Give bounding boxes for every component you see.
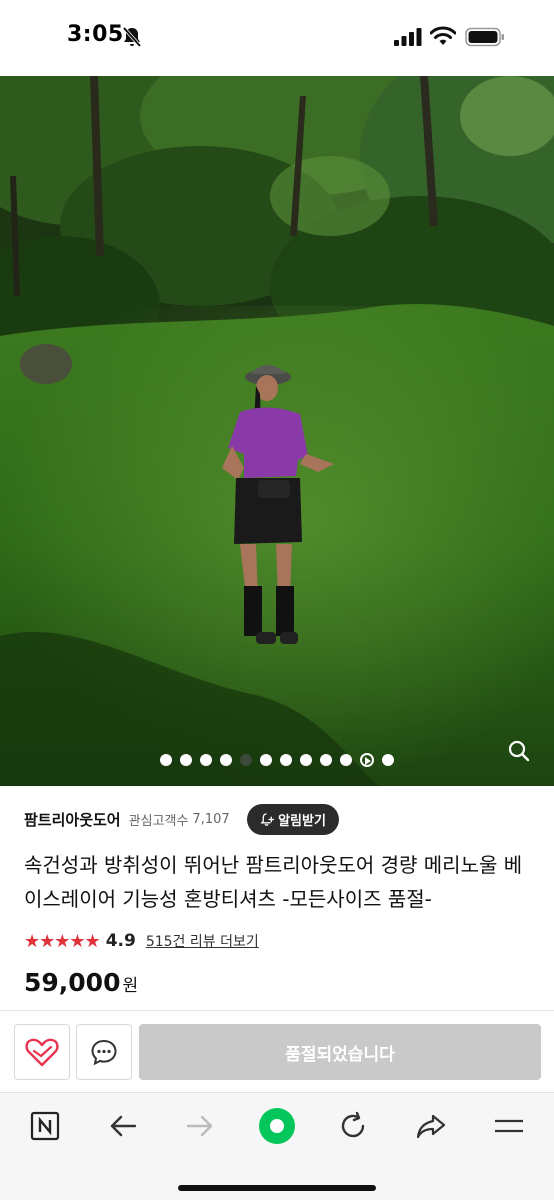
status-bar: 3:05 [0, 0, 554, 76]
store-row: 팜트리아웃도어 관심고객수 7,107 [24, 804, 230, 834]
alarm-button[interactable]: 알림받기 [247, 804, 339, 835]
gallery-dot[interactable] [320, 754, 332, 766]
like-button[interactable] [14, 1024, 70, 1080]
share-icon[interactable] [414, 1109, 448, 1143]
product-image[interactable] [0, 76, 554, 786]
star-rating-icon: ★★★★★ [24, 930, 101, 952]
fans-label: 관심고객수 [128, 813, 189, 829]
store-name[interactable]: 팜트리아웃도어 [24, 809, 121, 830]
gallery-dot[interactable] [382, 754, 394, 766]
zoom-icon[interactable] [506, 738, 532, 764]
green-dot-icon[interactable] [254, 1103, 300, 1149]
reload-icon[interactable] [336, 1109, 370, 1143]
rating-value: 4.9 [105, 931, 136, 951]
rating-row: ★★★★★ 4.9 515건 리뷰 더보기 [24, 928, 259, 954]
gallery-dot[interactable] [180, 754, 192, 766]
gallery-dot[interactable] [340, 754, 352, 766]
home-indicator[interactable] [178, 1185, 376, 1191]
purchase-bar: 품절되었습니다 [0, 1010, 554, 1092]
forward-arrow-icon[interactable] [183, 1109, 217, 1143]
cellular-signal-icon [394, 28, 422, 46]
heart-icon [25, 1038, 59, 1067]
back-arrow-icon[interactable] [106, 1109, 140, 1143]
gallery-dot[interactable] [280, 754, 292, 766]
review-link[interactable]: 515건 리뷰 더보기 [146, 931, 259, 951]
alarm-button-label: 알림받기 [278, 814, 326, 829]
wifi-icon [430, 26, 456, 45]
chat-button[interactable] [76, 1024, 132, 1080]
gallery-dot[interactable] [160, 754, 172, 766]
gallery-dot[interactable] [200, 754, 212, 766]
price: 59,000 [24, 968, 121, 997]
fans-count: 7,107 [192, 811, 230, 827]
gallery-dot-active[interactable] [240, 754, 252, 766]
bell-slash-icon [122, 26, 142, 48]
browser-toolbar [0, 1092, 554, 1200]
naver-n-icon[interactable] [28, 1109, 62, 1143]
gallery-indicator [0, 752, 554, 768]
gallery-dot[interactable] [220, 754, 232, 766]
price-row: 59,000 원 [24, 968, 138, 1004]
product-photo [0, 76, 554, 786]
product-title: 속건성과 방취성이 뛰어난 팜트리아웃도어 경량 메리노울 베이스레이어 기능성… [24, 853, 523, 911]
gallery-dot[interactable] [300, 754, 312, 766]
soldout-button[interactable]: 품절되었습니다 [139, 1024, 541, 1080]
battery-icon [465, 27, 504, 47]
gallery-dot[interactable] [260, 754, 272, 766]
currency: 원 [122, 976, 139, 996]
play-icon[interactable] [360, 753, 374, 767]
bell-plus-icon [260, 813, 275, 826]
status-time: 3:05 [67, 22, 124, 47]
menu-icon[interactable] [492, 1109, 526, 1143]
chat-icon [91, 1039, 117, 1066]
